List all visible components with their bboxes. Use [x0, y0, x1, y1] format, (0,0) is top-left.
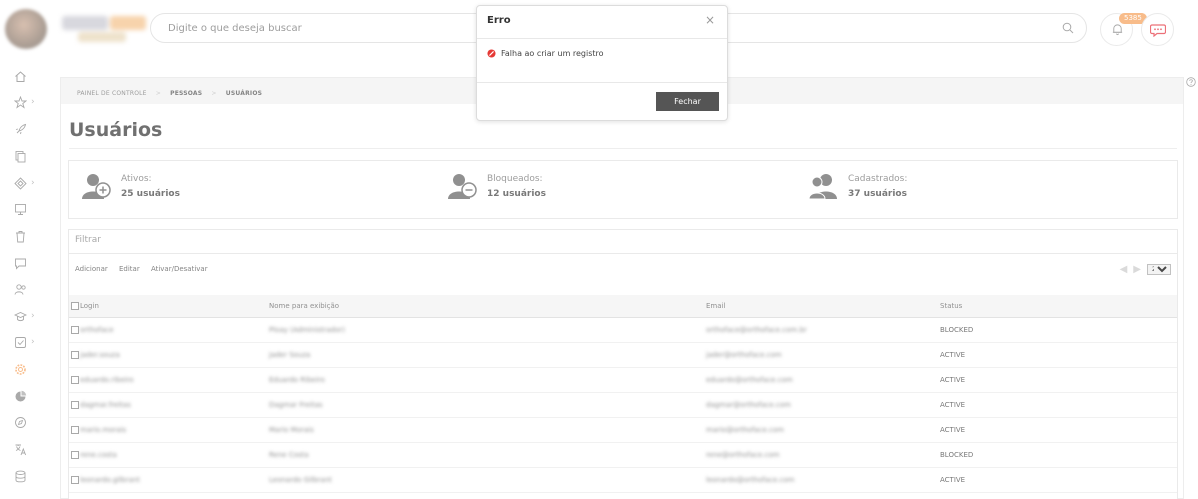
dialog-message-text: Falha ao criar um registro — [501, 49, 604, 58]
close-icon[interactable]: × — [705, 13, 715, 27]
error-icon — [487, 49, 496, 58]
dialog-divider — [477, 38, 727, 39]
dialog-divider — [477, 82, 727, 83]
dialog-message: Falha ao criar um registro — [487, 49, 604, 58]
close-button[interactable]: Fechar — [656, 92, 719, 111]
dialog-title: Erro — [487, 15, 511, 26]
error-dialog: Erro × Falha ao criar um registro Fechar — [476, 5, 728, 121]
